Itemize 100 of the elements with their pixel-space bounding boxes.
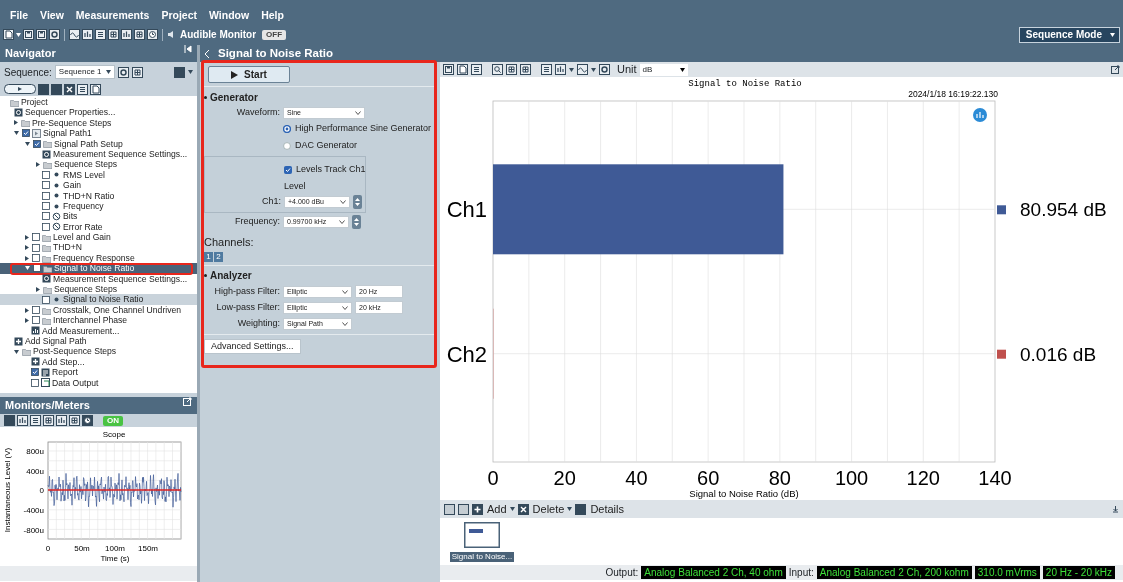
menu-item[interactable]: Help: [261, 8, 284, 24]
bar-graph-icon[interactable]: [82, 29, 93, 40]
export-icon[interactable]: [90, 83, 101, 95]
checkbox[interactable]: [42, 170, 50, 179]
toolbar-button[interactable]: Add: [472, 500, 507, 518]
toolbar-button[interactable]: Delete: [517, 500, 565, 518]
add-icon[interactable]: [472, 503, 483, 515]
tree-item[interactable]: Signal to Noise Ratio: [54, 263, 135, 274]
channel-toggle[interactable]: 2: [214, 251, 223, 262]
checkbox[interactable]: [32, 306, 40, 314]
table-icon[interactable]: [134, 29, 145, 40]
play-button-icon[interactable]: [4, 84, 36, 94]
audible-monitor-switch[interactable]: OFF: [262, 29, 287, 40]
tree-item[interactable]: Add Step...: [42, 356, 85, 368]
menu-item[interactable]: Window: [209, 8, 250, 24]
tree-item[interactable]: Signal to Noise Ratio: [63, 294, 144, 305]
tree-item[interactable]: Measurement Sequence Settings...: [53, 273, 188, 285]
result-thumbnail[interactable]: Signal to Noise...: [446, 522, 518, 561]
tree-item[interactable]: Measurement Sequence Settings...: [53, 148, 188, 160]
collapsed-arrow-icon[interactable]: [25, 317, 29, 323]
checkbox[interactable]: [32, 254, 40, 263]
tree-item[interactable]: Add Signal Path: [25, 336, 87, 347]
popout-icon[interactable]: [1111, 65, 1120, 74]
sequence-dropdown[interactable]: Sequence 1: [54, 65, 115, 79]
first-icon[interactable]: [444, 503, 455, 515]
grid-icon[interactable]: [43, 415, 54, 426]
expanded-arrow-icon[interactable]: [25, 141, 30, 146]
save-icon[interactable]: [443, 64, 454, 75]
tree-item[interactable]: THD+N Ratio: [63, 190, 115, 201]
tree-item[interactable]: Sequence Steps: [54, 284, 118, 295]
speaker-icon[interactable]: [167, 30, 175, 39]
checkbox[interactable]: [22, 129, 30, 138]
checkbox[interactable]: [31, 378, 39, 387]
last-icon[interactable]: [458, 503, 469, 515]
tree-item[interactable]: Interchannel Phase: [53, 315, 128, 326]
tree-item[interactable]: Pre-Sequence Steps: [32, 117, 112, 129]
grid-icon[interactable]: [506, 64, 517, 75]
collapsed-arrow-icon[interactable]: [36, 286, 40, 292]
grid-icon[interactable]: [108, 29, 119, 40]
tree-item[interactable]: Gain: [63, 180, 82, 191]
start-button[interactable]: Start: [208, 66, 290, 83]
checkbox[interactable]: [42, 222, 50, 231]
collapsed-arrow-icon[interactable]: [36, 162, 40, 168]
table-icon[interactable]: [69, 415, 80, 426]
checkbox[interactable]: [284, 165, 292, 174]
checkbox[interactable]: [32, 233, 40, 242]
toolbar-button[interactable]: Details: [575, 500, 624, 518]
checkbox[interactable]: [33, 139, 41, 148]
menu-item[interactable]: Measurements: [75, 8, 150, 24]
collapsed-arrow-icon[interactable]: [25, 234, 29, 240]
back-icon[interactable]: [205, 49, 210, 58]
tree-item[interactable]: Signal Path Setup: [54, 138, 123, 149]
collapsed-arrow-icon[interactable]: [25, 245, 29, 251]
clock-icon[interactable]: [82, 415, 93, 426]
mode-dropdown[interactable]: Sequence Mode: [1018, 26, 1120, 43]
channel-toggle[interactable]: 1: [204, 251, 213, 262]
menu-item[interactable]: Project: [161, 8, 197, 24]
checkbox[interactable]: [32, 243, 40, 252]
new-file-icon[interactable]: [3, 29, 14, 40]
expanded-arrow-icon[interactable]: [14, 131, 19, 136]
delete-icon[interactable]: [64, 83, 75, 95]
menu-item[interactable]: File: [10, 8, 29, 24]
pin-icon[interactable]: [1112, 505, 1119, 513]
list-icon[interactable]: [95, 29, 106, 40]
delete-icon[interactable]: [517, 503, 529, 515]
tree-item[interactable]: THD+N: [53, 242, 82, 253]
tree-item[interactable]: Project: [21, 97, 48, 108]
table-icon[interactable]: [541, 64, 552, 75]
tree-item[interactable]: Sequence Steps: [54, 159, 118, 170]
grid-icon[interactable]: [131, 66, 143, 78]
checkbox[interactable]: [42, 295, 50, 304]
bar-graph-icon[interactable]: [17, 415, 28, 426]
collapsed-arrow-icon[interactable]: [14, 120, 18, 126]
tree-item[interactable]: Frequency Response: [53, 252, 135, 264]
tree-item[interactable]: Bits: [63, 211, 78, 222]
advanced-settings-button[interactable]: Advanced Settings...: [204, 338, 301, 354]
tree-item[interactable]: Sequencer Properties...: [25, 107, 116, 118]
tree-item[interactable]: Error Rate: [63, 221, 103, 233]
menu-item[interactable]: View: [40, 8, 64, 24]
unit-dropdown[interactable]: dB: [639, 63, 688, 76]
tree-item[interactable]: Crosstalk, One Channel Undriven: [53, 304, 181, 316]
checkbox[interactable]: [31, 368, 39, 377]
checkbox[interactable]: [42, 181, 50, 190]
tree-item[interactable]: RMS Level: [63, 169, 106, 181]
collapsed-arrow-icon[interactable]: [25, 307, 29, 313]
list-icon[interactable]: [30, 415, 41, 426]
checkbox[interactable]: [32, 316, 40, 325]
tree-item[interactable]: Level and Gain: [53, 232, 111, 243]
radio-button[interactable]: [283, 141, 291, 150]
checkbox[interactable]: [42, 191, 50, 200]
spinner-icon[interactable]: [352, 215, 361, 229]
clock-icon[interactable]: [147, 29, 158, 40]
checkbox[interactable]: [42, 202, 50, 211]
expanded-arrow-icon[interactable]: [25, 266, 30, 271]
save-icon[interactable]: [36, 29, 47, 40]
expanded-arrow-icon[interactable]: [14, 349, 19, 354]
grid-icon[interactable]: [520, 64, 531, 75]
tree-item[interactable]: Post-Sequence Steps: [33, 346, 117, 357]
zoom-icon[interactable]: [492, 64, 503, 75]
checkbox[interactable]: [33, 264, 41, 273]
